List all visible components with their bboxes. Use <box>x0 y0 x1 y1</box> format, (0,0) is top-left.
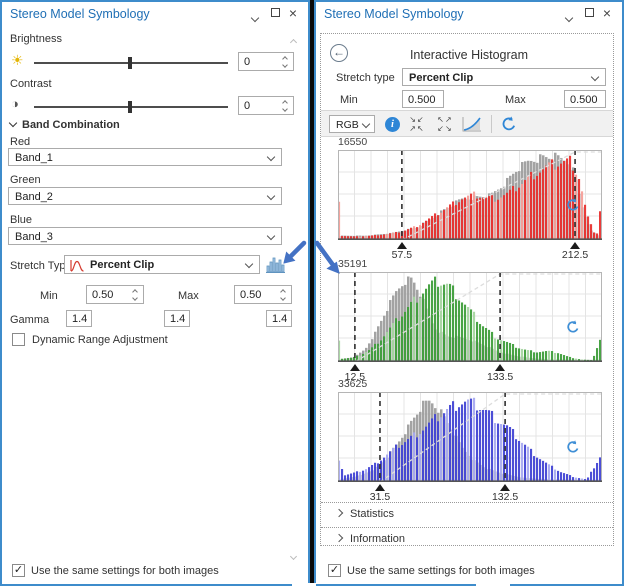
same-settings-checkbox[interactable]: ✓ <box>12 564 25 577</box>
histogram-marker-right[interactable] <box>500 484 510 491</box>
histogram-marker-left[interactable] <box>397 242 407 249</box>
stretch-type-label: Stretch type <box>336 72 395 84</box>
red-band-label: Red <box>10 136 30 148</box>
section-divider <box>321 527 613 528</box>
contrast-spinner[interactable] <box>279 97 291 114</box>
panel-title: Stereo Model Symbology <box>10 7 150 21</box>
toolbar-separator <box>491 115 492 133</box>
stretch-type-select[interactable]: Percent Clip <box>402 68 606 86</box>
band-selector-dropdown[interactable]: RGB <box>329 115 375 133</box>
brightness-label: Brightness <box>10 33 62 45</box>
close-icon[interactable]: × <box>600 6 614 20</box>
same-settings-label: Use the same settings for both images <box>347 565 535 577</box>
interactive-histogram-button[interactable] <box>265 254 287 275</box>
histogram-marker-right[interactable] <box>570 242 580 249</box>
max-label: Max <box>505 94 526 106</box>
red-histogram-axis: 57.5 212.5 <box>338 242 602 262</box>
symbology-panel-left: Stereo Model Symbology × Brightness ☀ 0 … <box>0 0 310 586</box>
histogram-marker-left[interactable] <box>375 484 385 491</box>
max-input[interactable]: 0.500 <box>564 90 606 108</box>
symbology-panel-right: Stereo Model Symbology × ← Interactive H… <box>314 0 624 586</box>
close-icon[interactable]: × <box>286 6 300 20</box>
maximize-icon[interactable] <box>582 6 596 20</box>
reset-stretch-icon[interactable] <box>501 116 517 132</box>
histogram-marker-left-label: 57.5 <box>392 249 412 261</box>
expand-extent-icon[interactable]: ↖↗ ↙↘ <box>434 115 456 135</box>
histogram-marker-right[interactable] <box>495 364 505 371</box>
interactive-histogram-title: Interactive Histogram <box>316 48 622 62</box>
maximize-icon[interactable] <box>268 6 282 20</box>
statistics-section-header[interactable]: Statistics <box>336 508 394 520</box>
min-input[interactable]: 0.50 <box>86 285 144 304</box>
statistics-expand-icon <box>335 509 343 517</box>
section-divider <box>321 502 613 503</box>
red-histogram-plot[interactable] <box>338 150 602 240</box>
max-input[interactable]: 0.50 <box>234 285 292 304</box>
same-settings-checkbox[interactable]: ✓ <box>328 564 341 577</box>
contrast-label: Contrast <box>10 78 52 90</box>
histogram-marker-left[interactable] <box>350 364 360 371</box>
brightness-slider-handle[interactable] <box>128 57 132 69</box>
panel-menu-chevron-icon[interactable] <box>248 10 262 24</box>
percent-clip-curve-icon <box>69 259 85 272</box>
contrast-slider-handle[interactable] <box>128 101 132 113</box>
red-band-select[interactable]: Band_1 <box>8 148 282 166</box>
titlebar: Stereo Model Symbology × <box>316 2 622 26</box>
screenshot-root: { "icons": { "sun": "☀", "contrast": "◑"… <box>0 0 624 586</box>
blue-histogram-ymax: 33625 <box>338 378 367 390</box>
scrollbar-down-icon[interactable] <box>291 546 296 564</box>
dra-checkbox[interactable]: ✓ <box>12 333 25 346</box>
gamma-input-blue[interactable]: 1.4 <box>266 310 292 327</box>
panel-menu-chevron-icon[interactable] <box>562 10 576 24</box>
brightness-input[interactable]: 0 <box>238 52 294 71</box>
min-spinner[interactable] <box>129 286 141 303</box>
min-input[interactable]: 0.500 <box>402 90 444 108</box>
dra-label: Dynamic Range Adjustment <box>32 334 168 346</box>
collapse-extent-icon[interactable]: ↘↙ ↗↖ <box>406 115 428 135</box>
green-histogram-ymax: 35191 <box>338 258 367 270</box>
stretch-type-label: Stretch Type <box>10 260 72 272</box>
histogram-toolbar: RGB i ↘↙ ↗↖ ↖↗ ↙↘ <box>321 110 613 137</box>
cumulative-curve-icon[interactable] <box>462 116 482 132</box>
gamma-label: Gamma <box>10 314 49 326</box>
max-spinner[interactable] <box>277 286 289 303</box>
stretch-type-select[interactable]: Percent Clip <box>64 255 260 274</box>
green-band-select[interactable]: Band_2 <box>8 187 282 205</box>
gamma-input-red[interactable]: 1.4 <box>66 310 92 327</box>
panel-title: Stereo Model Symbology <box>324 7 464 21</box>
titlebar: Stereo Model Symbology × <box>2 2 308 26</box>
information-section-header[interactable]: Information <box>336 533 405 545</box>
green-histogram-axis: 12.5133.5 <box>338 364 602 384</box>
red-histogram-ymax: 16550 <box>338 136 367 148</box>
contrast-icon: ◑ <box>11 96 19 111</box>
min-label: Min <box>340 94 358 106</box>
blue-band-select[interactable]: Band_3 <box>8 227 282 245</box>
max-label: Max <box>178 290 199 302</box>
histogram-marker-right-label: 212.5 <box>562 249 588 261</box>
histogram-marker-right-label: 133.5 <box>487 371 513 383</box>
brightness-sun-icon: ☀ <box>11 52 24 69</box>
green-band-label: Green <box>10 174 41 186</box>
contrast-input[interactable]: 0 <box>238 96 294 115</box>
blue-band-label: Blue <box>10 214 32 226</box>
info-icon[interactable]: i <box>385 117 400 132</box>
histogram-bars-icon <box>266 255 286 274</box>
min-label: Min <box>40 290 58 302</box>
scrollbar-up-icon[interactable] <box>291 32 296 50</box>
same-settings-label: Use the same settings for both images <box>31 565 219 577</box>
information-expand-icon <box>335 534 343 542</box>
green-histogram-plot[interactable] <box>338 272 602 362</box>
gamma-input-green[interactable]: 1.4 <box>164 310 190 327</box>
blue-histogram-axis: 31.5132.5 <box>338 484 602 504</box>
blue-histogram-plot[interactable] <box>338 392 602 482</box>
brightness-spinner[interactable] <box>279 53 291 70</box>
band-combination-header[interactable]: Band Combination <box>10 119 120 131</box>
